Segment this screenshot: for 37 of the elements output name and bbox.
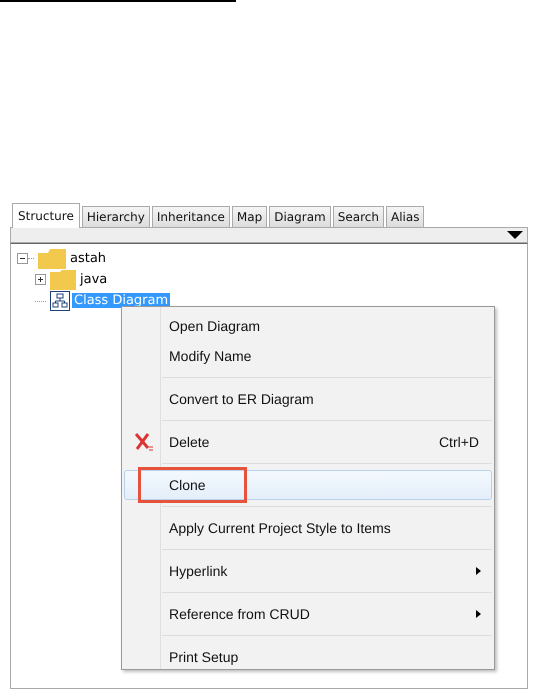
menu-item[interactable]: Hyperlink bbox=[124, 556, 492, 586]
tab[interactable]: Inheritance bbox=[152, 206, 230, 227]
menu-item-label: Clone bbox=[169, 477, 207, 493]
menu-item-label: Reference from CRUD bbox=[169, 606, 311, 622]
menu-item-label: Open Diagram bbox=[169, 318, 262, 334]
tree-item[interactable]: astah bbox=[68, 251, 108, 266]
menu-item-label: Apply Current Project Style to Items bbox=[169, 520, 392, 536]
expand-icon[interactable] bbox=[35, 274, 46, 285]
menu-item[interactable]: Convert to ER Diagram bbox=[124, 384, 492, 414]
tab[interactable]: Hierarchy bbox=[82, 206, 150, 227]
menu-item[interactable]: Print Setup bbox=[124, 642, 492, 672]
submenu-arrow-icon bbox=[476, 610, 481, 618]
menu-item-label: Modify Name bbox=[169, 348, 252, 364]
submenu-arrow-icon bbox=[476, 567, 481, 575]
menu-item[interactable]: Clone bbox=[124, 470, 492, 500]
menu-item[interactable]: Reference from CRUD bbox=[124, 599, 492, 629]
class-diagram-icon bbox=[50, 290, 70, 310]
menu-item-label: Hyperlink bbox=[169, 563, 228, 579]
dropdown-triangle-icon[interactable] bbox=[507, 231, 523, 239]
shortcut-text: Ctrl+D bbox=[438, 434, 479, 450]
collapse-icon[interactable] bbox=[17, 253, 28, 264]
menu-item-label: Print Setup bbox=[169, 649, 240, 665]
menu-item[interactable]: Open Diagram bbox=[124, 311, 492, 341]
menu-item-label: Delete bbox=[169, 434, 210, 450]
menu-item-label: Convert to ER Diagram bbox=[169, 391, 315, 407]
tab[interactable]: Map bbox=[232, 206, 268, 227]
tree-item[interactable]: java bbox=[78, 272, 110, 287]
tab[interactable]: Alias bbox=[386, 206, 424, 227]
delete-icon bbox=[134, 432, 154, 452]
menu-item[interactable]: Delete Ctrl+D bbox=[124, 427, 492, 457]
tab[interactable]: Search bbox=[332, 206, 384, 227]
tab[interactable]: Diagram bbox=[269, 206, 331, 227]
project-folder-icon bbox=[38, 248, 66, 268]
menu-item[interactable]: Modify Name bbox=[124, 341, 492, 371]
menu-item[interactable]: Apply Current Project Style to Items bbox=[124, 513, 492, 543]
folder-icon bbox=[50, 270, 76, 290]
tab[interactable]: Structure bbox=[12, 203, 80, 228]
